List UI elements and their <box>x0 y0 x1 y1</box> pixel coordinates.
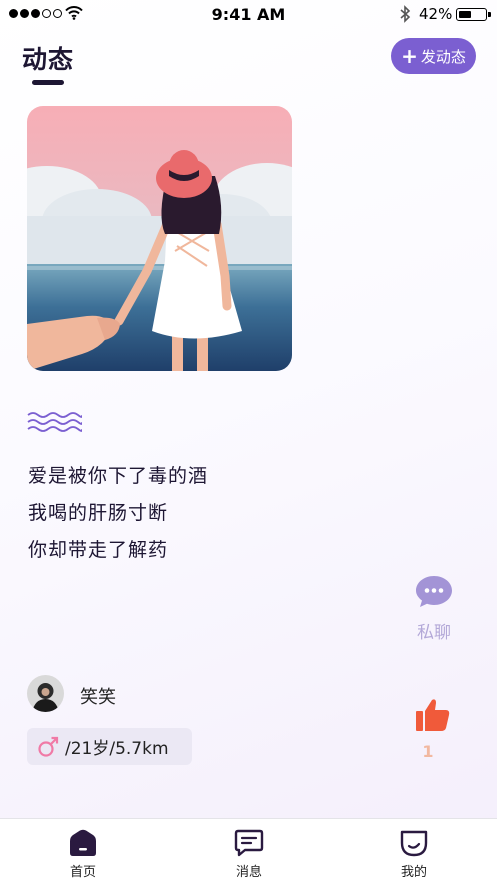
username[interactable]: 笑笑 <box>80 683 116 709</box>
page-title: 动态 <box>22 45 75 74</box>
home-icon <box>70 829 96 856</box>
user-info-text: /21岁/5.7km <box>65 739 169 759</box>
bluetooth-icon <box>400 5 411 23</box>
plus-icon: + <box>401 44 418 68</box>
waves-icon <box>27 412 82 432</box>
post-button[interactable]: + 发动态 <box>391 38 476 74</box>
message-icon <box>234 829 264 857</box>
post-text-line: 爱是被你下了毒的酒 <box>28 465 209 487</box>
tab-label: 首页 <box>69 865 96 880</box>
title-underline <box>32 80 64 85</box>
status-bar: 9:41 AM 42% <box>0 0 497 28</box>
post-button-label: 发动态 <box>420 47 466 66</box>
post-text-line: 你却带走了解药 <box>28 539 169 561</box>
tab-bar: 首页 消息 我的 <box>0 818 497 883</box>
post-photo[interactable] <box>27 106 292 371</box>
tab-messages[interactable]: 消息 <box>209 829 289 880</box>
avatar[interactable] <box>27 675 64 712</box>
battery-percentage: 42% <box>419 5 453 23</box>
male-gender-icon <box>38 736 59 757</box>
chat-label[interactable]: 私聊 <box>404 618 464 643</box>
post-text-line: 我喝的肝肠寸断 <box>28 502 169 524</box>
tab-profile[interactable]: 我的 <box>374 829 454 880</box>
tab-label: 消息 <box>235 865 262 880</box>
profile-icon <box>400 830 428 857</box>
battery-icon <box>456 8 491 21</box>
tab-label: 我的 <box>400 865 427 880</box>
tab-home[interactable]: 首页 <box>43 829 123 880</box>
chat-icon[interactable] <box>415 575 453 608</box>
thumbs-up-icon[interactable] <box>415 698 450 732</box>
user-info-tag: /21岁/5.7km <box>27 728 192 765</box>
like-count: 1 <box>422 742 434 761</box>
